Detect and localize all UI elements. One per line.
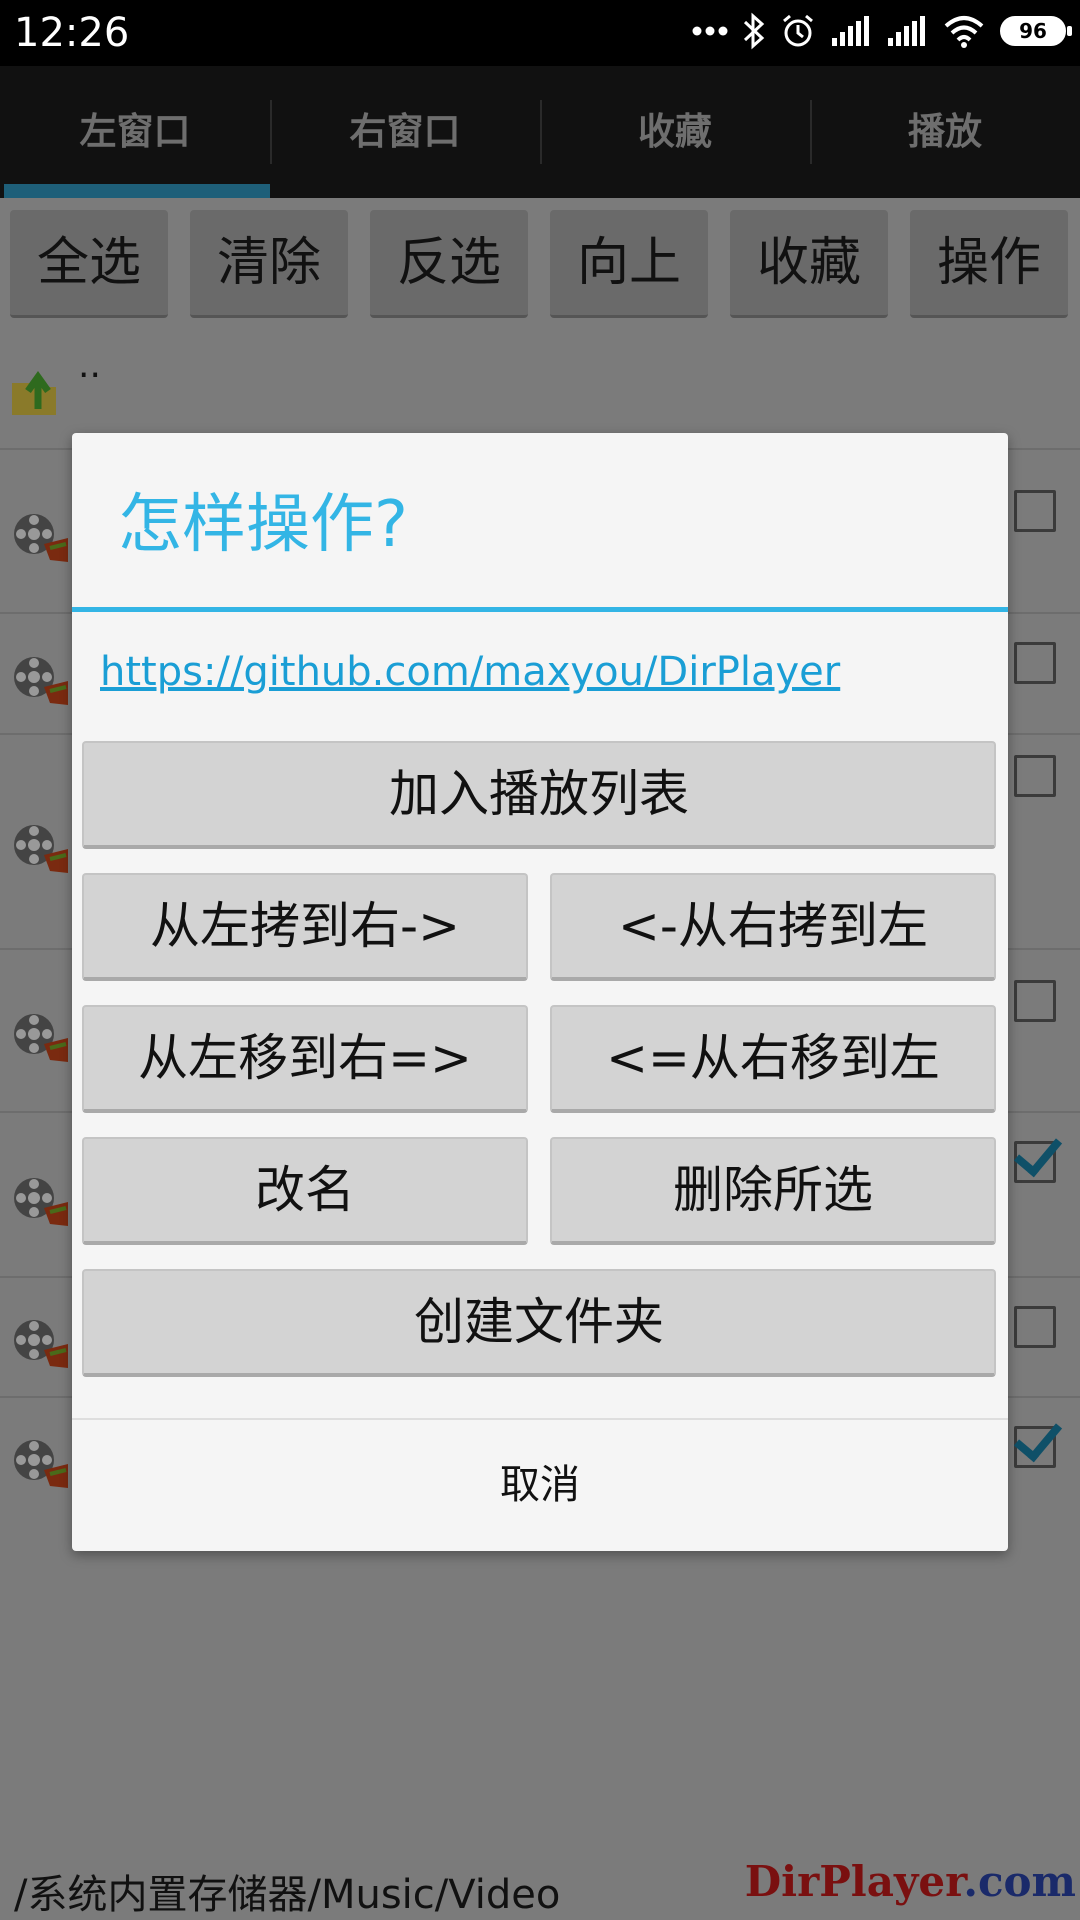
video-file-icon: [10, 1310, 72, 1372]
checkbox[interactable]: [1014, 642, 1056, 684]
tab-left-window[interactable]: 左窗口: [0, 66, 270, 198]
signal-icon: [886, 16, 928, 46]
video-file-icon: [10, 1430, 72, 1492]
move-left-to-right-button[interactable]: 从左移到右=>: [82, 1005, 528, 1113]
parent-folder-label: ..: [78, 345, 101, 386]
select-all-button[interactable]: 全选: [10, 210, 168, 318]
bluetooth-icon: [742, 12, 766, 50]
video-file-icon: [10, 815, 72, 877]
copy-right-to-left-button[interactable]: <-从右拷到左: [550, 873, 996, 981]
copy-left-to-right-button[interactable]: 从左拷到右->: [82, 873, 528, 981]
status-time: 12:26: [14, 10, 130, 56]
status-icons: 96: [692, 12, 1072, 50]
checkbox[interactable]: [1014, 1306, 1056, 1348]
checkbox[interactable]: [1014, 755, 1056, 797]
operate-button[interactable]: 操作: [910, 210, 1068, 318]
checkbox[interactable]: [1014, 490, 1056, 532]
more-dots-icon: [692, 26, 728, 36]
add-to-playlist-button[interactable]: 加入播放列表: [82, 741, 996, 849]
operation-dialog: 怎样操作? https://github.com/maxyou/DirPlaye…: [72, 433, 1008, 1551]
watermark-suffix: .com: [963, 1857, 1076, 1906]
create-folder-button[interactable]: 创建文件夹: [82, 1269, 996, 1377]
rename-button[interactable]: 改名: [82, 1137, 528, 1245]
tab-favorites[interactable]: 收藏: [540, 66, 810, 198]
video-file-icon: [10, 1168, 72, 1230]
video-file-icon: [10, 504, 72, 566]
github-link[interactable]: https://github.com/maxyou/DirPlayer: [100, 649, 840, 695]
watermark: DirPlayer.com: [745, 1857, 1076, 1906]
alarm-icon: [780, 13, 816, 49]
delete-selected-button[interactable]: 删除所选: [550, 1137, 996, 1245]
favorite-button[interactable]: 收藏: [730, 210, 888, 318]
folder-up-icon: [10, 363, 66, 423]
checkbox-checked[interactable]: [1014, 1426, 1056, 1468]
move-right-to-left-button[interactable]: <=从右移到左: [550, 1005, 996, 1113]
dialog-title-divider: [72, 607, 1008, 612]
wifi-icon: [942, 14, 986, 48]
tab-bar: 左窗口 右窗口 收藏 播放: [0, 66, 1080, 198]
clear-button[interactable]: 清除: [190, 210, 348, 318]
up-button[interactable]: 向上: [550, 210, 708, 318]
video-file-icon: [10, 647, 72, 709]
tab-play[interactable]: 播放: [810, 66, 1080, 198]
checkbox[interactable]: [1014, 980, 1056, 1022]
video-file-icon: [10, 1004, 72, 1066]
current-path: /系统内置存储器/Music/Video: [14, 1872, 561, 1918]
status-bar: 12:26 96: [0, 0, 1080, 66]
invert-selection-button[interactable]: 反选: [370, 210, 528, 318]
battery-icon: 96: [1000, 16, 1072, 46]
signal-icon: [830, 16, 872, 46]
toolbar: 全选 清除 反选 向上 收藏 操作: [10, 210, 1070, 318]
checkbox-checked[interactable]: [1014, 1141, 1056, 1183]
tab-right-window[interactable]: 右窗口: [270, 66, 540, 198]
cancel-button[interactable]: 取消: [72, 1420, 1008, 1550]
dialog-title: 怎样操作?: [118, 488, 408, 562]
watermark-main: DirPlayer: [744, 1857, 964, 1906]
